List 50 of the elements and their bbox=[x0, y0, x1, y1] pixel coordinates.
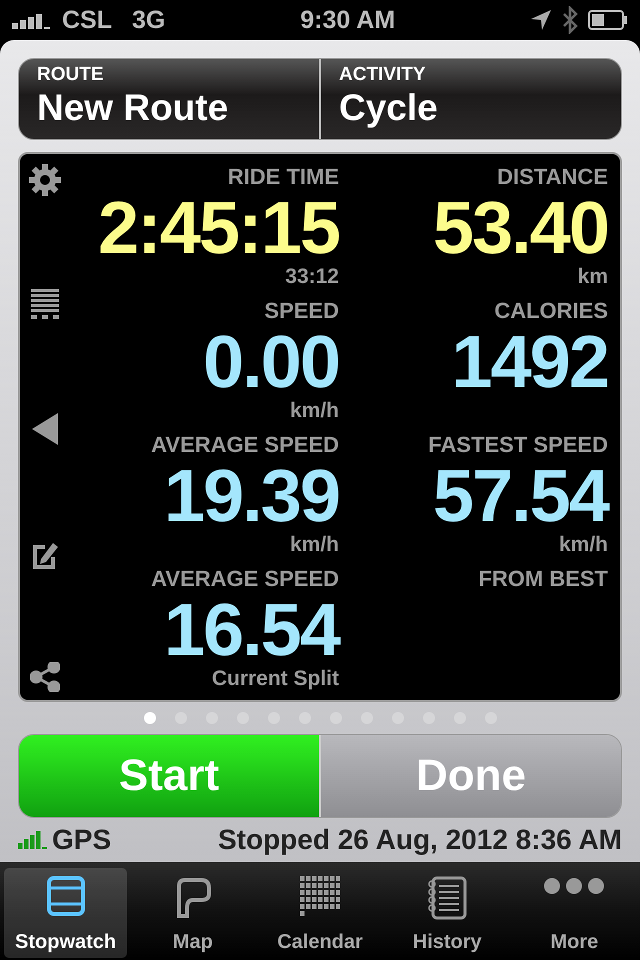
notebook-icon bbox=[427, 876, 468, 920]
battery-icon bbox=[588, 10, 628, 30]
tab-label: Stopwatch bbox=[15, 931, 116, 954]
stat-label: AVERAGE SPEED bbox=[151, 566, 339, 592]
stat-unit: 33:12 bbox=[285, 266, 339, 288]
stat-unit: km bbox=[578, 266, 608, 288]
stat-unit: km/h bbox=[558, 534, 608, 556]
stopwatch-icon bbox=[46, 876, 85, 916]
settings-icon[interactable] bbox=[29, 164, 61, 196]
back-icon[interactable] bbox=[32, 413, 58, 446]
stat-unit: km/h bbox=[290, 400, 339, 422]
stat-value: 2:45:15 bbox=[98, 190, 339, 266]
stat-label: SPEED bbox=[264, 298, 339, 324]
network-type: 3G bbox=[132, 6, 166, 34]
stat-unit: Current Split bbox=[212, 668, 339, 690]
tab-bar-item[interactable]: Stopwatch bbox=[4, 868, 128, 958]
stat-label: FASTEST SPEED bbox=[428, 432, 608, 458]
tab-bar-item[interactable]: Map bbox=[131, 868, 254, 958]
gps-signal-icon bbox=[18, 831, 48, 850]
stat-value: 19.39 bbox=[164, 458, 339, 534]
stat-value: 0.00 bbox=[202, 324, 339, 400]
tab-label: More bbox=[550, 931, 598, 954]
stat-value: 53.40 bbox=[432, 190, 608, 266]
tab-bar-item[interactable]: History bbox=[386, 868, 509, 958]
stat-label: DISTANCE bbox=[497, 164, 608, 190]
carrier-name: CSL bbox=[62, 6, 112, 34]
clock-time: 9:30 AM bbox=[300, 6, 396, 34]
tab-bar-item[interactable]: More bbox=[512, 868, 636, 958]
tab-label: Calendar bbox=[277, 931, 363, 954]
stat-value: 16.54 bbox=[164, 592, 339, 668]
signal-icon bbox=[12, 11, 52, 29]
list-icon[interactable] bbox=[31, 289, 59, 320]
tab-bar-item[interactable]: Calendar bbox=[258, 868, 382, 958]
stat-value: 57.54 bbox=[432, 458, 608, 534]
page-dot[interactable] bbox=[144, 712, 156, 724]
bluetooth-icon bbox=[562, 6, 578, 34]
share-icon[interactable] bbox=[30, 662, 60, 692]
calendar-grid-icon bbox=[300, 876, 340, 916]
stat-label: RIDE TIME bbox=[228, 164, 339, 190]
stat-label: CALORIES bbox=[494, 298, 608, 324]
tab-label: Map bbox=[172, 931, 213, 954]
stat-label: AVERAGE SPEED bbox=[151, 432, 339, 458]
stopped-timestamp: Stopped 26 Aug, 2012 8:36 AM bbox=[218, 824, 622, 856]
tab-label: History bbox=[412, 931, 482, 954]
location-arrow-icon bbox=[530, 9, 552, 31]
stat-label: FROM BEST bbox=[478, 566, 608, 592]
stat-unit: km/h bbox=[290, 534, 339, 556]
more-icon bbox=[542, 876, 606, 896]
gps-label: GPS bbox=[52, 824, 112, 856]
stat-value: 1492 bbox=[451, 324, 608, 400]
